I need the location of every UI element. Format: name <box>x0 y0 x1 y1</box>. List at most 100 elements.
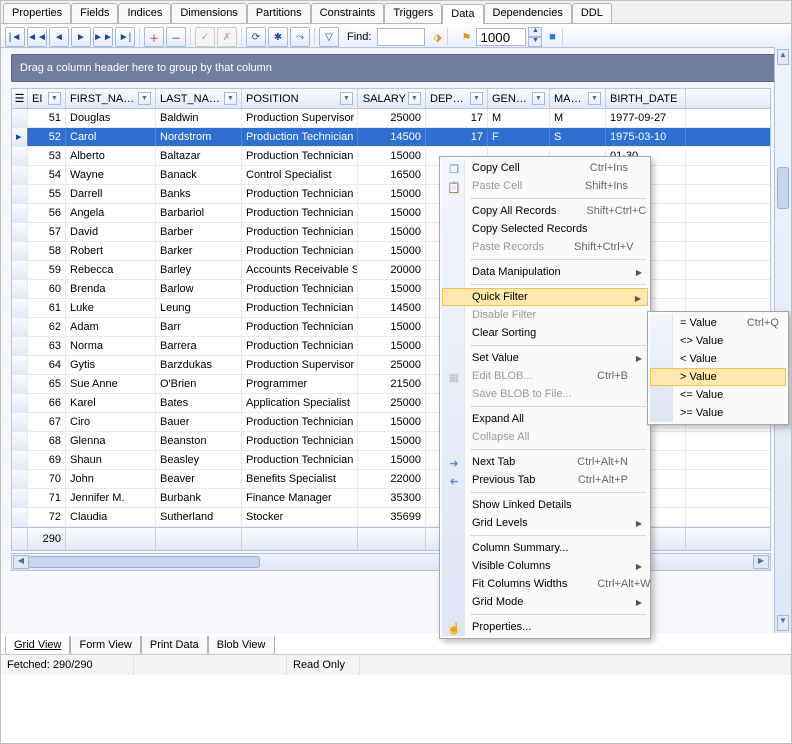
col-header-position[interactable]: POSITION▼ <box>242 89 358 108</box>
cell-last-name[interactable]: Leung <box>156 299 242 317</box>
cell-salary[interactable]: 15000 <box>358 280 426 298</box>
cell-last-name[interactable]: Beaver <box>156 470 242 488</box>
find-exec-icon[interactable]: ⬗ <box>429 29 445 45</box>
cell-salary[interactable]: 35699 <box>358 508 426 526</box>
col-header-gender[interactable]: GENDER▼ <box>488 89 550 108</box>
table-row[interactable]: 53AlbertoBaltazarProduction Technician15… <box>12 147 770 166</box>
table-row[interactable]: 59RebeccaBarleyAccounts Receivable Sp200… <box>12 261 770 280</box>
filter-gt[interactable]: > Value <box>650 368 786 386</box>
table-row[interactable]: 54WayneBanackControl Specialist1650005-2… <box>12 166 770 185</box>
menu-clear-sorting[interactable]: Clear Sorting <box>442 324 648 342</box>
cell-ei[interactable]: 72 <box>28 508 66 526</box>
tab-data[interactable]: Data <box>442 4 483 24</box>
tab-fields[interactable]: Fields <box>71 3 118 23</box>
cell-first-name[interactable]: Claudia <box>66 508 156 526</box>
menu-collapse-all[interactable]: Collapse All <box>442 428 648 446</box>
cell-position[interactable]: Production Technician <box>242 299 358 317</box>
menu-fit-columns[interactable]: Fit Columns WidthsCtrl+Alt+W <box>442 575 648 593</box>
limit-spin-up[interactable]: ▲ <box>528 27 542 37</box>
nav-next-button[interactable]: ► <box>71 27 91 47</box>
cell-salary[interactable]: 15000 <box>358 223 426 241</box>
cell-last-name[interactable]: Beanston <box>156 432 242 450</box>
horizontal-scrollbar[interactable]: ◀ ▶ <box>11 553 771 571</box>
cell-last-name[interactable]: Baltazar <box>156 147 242 165</box>
cell-last-name[interactable]: Bates <box>156 394 242 412</box>
cell-last-name[interactable]: O'Brien <box>156 375 242 393</box>
cell-ei[interactable]: 51 <box>28 109 66 127</box>
cell-position[interactable]: Programmer <box>242 375 358 393</box>
nav-last-button[interactable]: ►| <box>115 27 135 47</box>
menu-copy-cell[interactable]: ❐ Copy CellCtrl+Ins <box>442 159 648 177</box>
group-by-bar[interactable]: Drag a column header here to group by th… <box>11 54 781 82</box>
cell-marital[interactable]: M <box>550 109 606 127</box>
cell-ei[interactable]: 65 <box>28 375 66 393</box>
menu-copy-all[interactable]: Copy All RecordsShift+Ctrl+C <box>442 202 648 220</box>
cell-position[interactable]: Accounts Receivable Sp <box>242 261 358 279</box>
table-row[interactable]: 51DouglasBaldwinProduction Supervisor250… <box>12 109 770 128</box>
cell-salary[interactable]: 22000 <box>358 470 426 488</box>
limit-input[interactable] <box>476 28 526 46</box>
cell-ei[interactable]: 61 <box>28 299 66 317</box>
vscroll-down-button[interactable]: ▼ <box>777 615 789 631</box>
hscroll-right-button[interactable]: ▶ <box>753 555 769 569</box>
cell-ei[interactable]: 58 <box>28 242 66 260</box>
limit-refresh-icon[interactable]: ■ <box>544 29 560 45</box>
tab-partitions[interactable]: Partitions <box>247 3 311 23</box>
cell-last-name[interactable]: Sutherland <box>156 508 242 526</box>
cell-position[interactable]: Production Supervisor <box>242 356 358 374</box>
cell-position[interactable]: Production Technician <box>242 280 358 298</box>
cell-ei[interactable]: 56 <box>28 204 66 222</box>
cell-salary[interactable]: 15000 <box>358 413 426 431</box>
cell-first-name[interactable]: Karel <box>66 394 156 412</box>
menu-edit-blob[interactable]: ▦ Edit BLOB...Ctrl+B <box>442 367 648 385</box>
cell-ei[interactable]: 71 <box>28 489 66 507</box>
menu-data-manipulation[interactable]: Data Manipulation <box>442 263 648 281</box>
col-header-marital[interactable]: MARITAL▼ <box>550 89 606 108</box>
cell-first-name[interactable]: Rebecca <box>66 261 156 279</box>
menu-show-linked[interactable]: Show Linked Details <box>442 496 648 514</box>
view-tab-blob[interactable]: Blob View <box>208 636 275 655</box>
col-header-birth-date[interactable]: BIRTH_DATE <box>606 89 686 108</box>
chevron-down-icon[interactable]: ▼ <box>532 92 545 105</box>
cell-position[interactable]: Production Supervisor <box>242 109 358 127</box>
cell-salary[interactable]: 15000 <box>358 204 426 222</box>
goto-bookmark-button[interactable]: ⤳ <box>290 27 310 47</box>
menu-next-tab[interactable]: ➜ Next TabCtrl+Alt+N <box>442 453 648 471</box>
cell-ei[interactable]: 64 <box>28 356 66 374</box>
tab-dependencies[interactable]: Dependencies <box>484 3 572 23</box>
tab-indices[interactable]: Indices <box>118 3 171 23</box>
chevron-down-icon[interactable]: ▼ <box>138 92 151 105</box>
find-input[interactable] <box>377 28 425 46</box>
cell-last-name[interactable]: Barley <box>156 261 242 279</box>
table-row[interactable]: 60BrendaBarlowProduction Technician15000 <box>12 280 770 299</box>
filter-lt[interactable]: < Value <box>650 350 786 368</box>
chevron-down-icon[interactable]: ▼ <box>224 92 237 105</box>
cell-first-name[interactable]: Shaun <box>66 451 156 469</box>
cell-ei[interactable]: 62 <box>28 318 66 336</box>
tab-properties[interactable]: Properties <box>3 3 71 23</box>
filter-eq[interactable]: = ValueCtrl+Q <box>650 314 786 332</box>
commit-button[interactable]: ✓ <box>195 27 215 47</box>
menu-copy-selected[interactable]: Copy Selected Records <box>442 220 648 238</box>
cell-last-name[interactable]: Banks <box>156 185 242 203</box>
chevron-down-icon[interactable]: ▼ <box>588 92 601 105</box>
menu-set-value[interactable]: Set Value <box>442 349 648 367</box>
rollback-button[interactable]: ✗ <box>217 27 237 47</box>
cell-birth-date[interactable]: 1975-03-10 <box>606 128 686 146</box>
filter-button[interactable]: ▽ <box>319 27 339 47</box>
cell-salary[interactable]: 15000 <box>358 432 426 450</box>
cell-position[interactable]: Production Technician <box>242 204 358 222</box>
cell-first-name[interactable]: Glenna <box>66 432 156 450</box>
view-tab-print[interactable]: Print Data <box>141 636 208 655</box>
cell-position[interactable]: Stocker <box>242 508 358 526</box>
chevron-down-icon[interactable]: ▼ <box>340 92 353 105</box>
limit-flag-icon[interactable]: ⚑ <box>458 29 474 45</box>
hscroll-thumb[interactable] <box>28 556 260 568</box>
cell-last-name[interactable]: Burbank <box>156 489 242 507</box>
cell-gender[interactable]: F <box>488 128 550 146</box>
cell-first-name[interactable]: Douglas <box>66 109 156 127</box>
menu-paste-cell[interactable]: 📋 Paste CellShift+Ins <box>442 177 648 195</box>
cell-position[interactable]: Production Technician <box>242 223 358 241</box>
bookmark-button[interactable]: ✱ <box>268 27 288 47</box>
cell-first-name[interactable]: Adam <box>66 318 156 336</box>
